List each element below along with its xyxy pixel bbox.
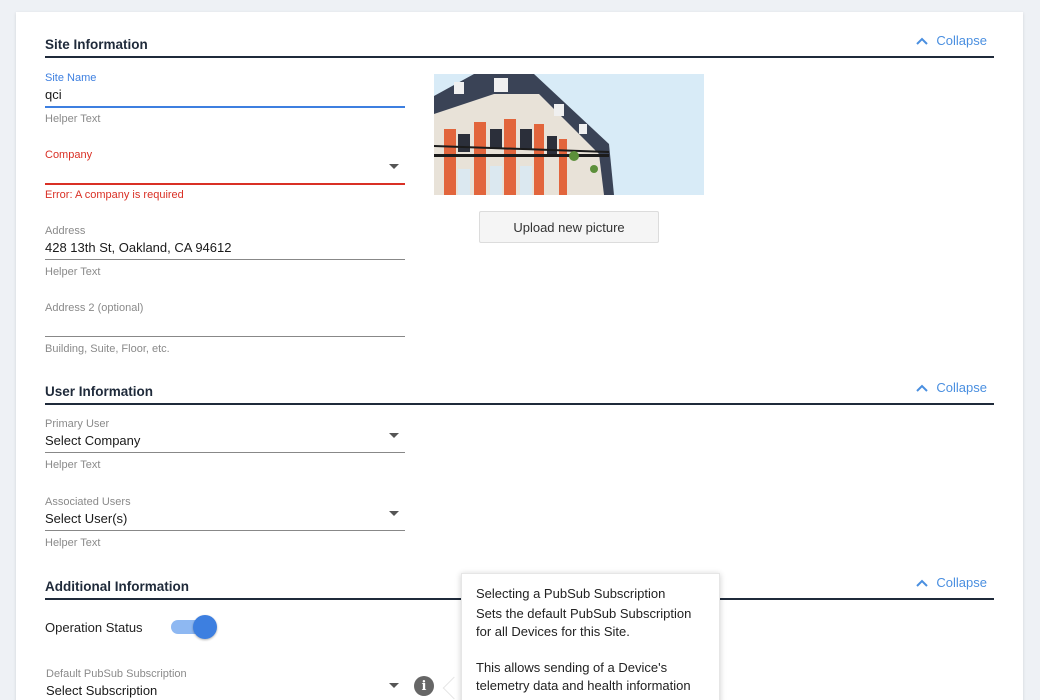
operation-status-toggle[interactable] — [169, 615, 217, 639]
site-picture — [434, 74, 704, 195]
field-label: Primary User — [45, 418, 110, 430]
caret-down-icon[interactable] — [389, 433, 399, 438]
collapse-label: Collapse — [936, 575, 987, 590]
collapse-button[interactable]: Collapse — [916, 575, 987, 590]
primary-user-select[interactable]: Primary User Select Company Helper Text — [45, 418, 405, 473]
field-label: Address 2 (optional) — [45, 302, 144, 314]
field-value[interactable]: Select Company — [45, 433, 140, 448]
collapse-label: Collapse — [936, 33, 987, 48]
field-value[interactable]: qci — [45, 87, 62, 102]
tooltip-line: telemetry data and health information — [476, 678, 691, 693]
building-image — [434, 74, 704, 195]
field-label: Address — [45, 225, 86, 237]
associated-users-select[interactable]: Associated Users Select User(s) Helper T… — [45, 496, 405, 551]
company-select[interactable]: Company Error: A company is required — [45, 149, 405, 204]
section-title: User Information — [45, 384, 154, 399]
error-text: Error: A company is required — [45, 189, 184, 201]
toggle-knob — [193, 615, 217, 639]
address-field[interactable]: Address 428 13th St, Oakland, CA 94612 H… — [45, 225, 405, 280]
section-title: Additional Information — [45, 579, 189, 594]
helper-text: Helper Text — [45, 459, 101, 471]
caret-down-icon[interactable] — [389, 164, 399, 169]
helper-text: Helper Text — [45, 537, 101, 549]
field-underline — [45, 530, 405, 531]
field-underline — [45, 336, 405, 337]
field-underline — [45, 259, 405, 260]
operation-status-label: Operation Status — [45, 620, 143, 635]
pubsub-subscription-select[interactable]: Default PubSub Subscription Select Subsc… — [45, 668, 405, 700]
field-underline — [45, 183, 405, 185]
field-label: Company — [45, 149, 93, 161]
site-name-field[interactable]: Site Name qci Helper Text — [45, 72, 405, 127]
collapse-button[interactable]: Collapse — [916, 33, 987, 48]
caret-down-icon[interactable] — [389, 683, 399, 688]
pubsub-tooltip: Selecting a PubSub Subscription Sets the… — [461, 573, 720, 700]
upload-picture-button[interactable]: Upload new picture — [479, 211, 659, 243]
collapse-button[interactable]: Collapse — [916, 380, 987, 395]
address-2-field[interactable]: Address 2 (optional) Building, Suite, Fl… — [45, 302, 405, 357]
field-underline — [45, 106, 405, 108]
collapse-label: Collapse — [936, 380, 987, 395]
caret-down-icon[interactable] — [389, 511, 399, 516]
helper-text: Helper Text — [45, 266, 101, 278]
helper-text: Building, Suite, Floor, etc. — [45, 343, 170, 355]
field-underline — [45, 452, 405, 453]
chevron-up-icon — [916, 384, 929, 392]
tooltip-line: This allows sending of a Device's — [476, 660, 668, 675]
user-information-header: User Information Collapse — [45, 380, 994, 405]
helper-text: Helper Text — [45, 113, 101, 125]
field-label: Site Name — [45, 72, 97, 84]
chevron-up-icon — [916, 579, 929, 587]
field-value[interactable]: 428 13th St, Oakland, CA 94612 — [45, 240, 231, 255]
tooltip-line: for all Devices for this Site. — [476, 624, 630, 639]
field-value[interactable]: Select User(s) — [45, 511, 127, 526]
field-label: Default PubSub Subscription — [46, 668, 187, 680]
chevron-up-icon — [916, 37, 929, 45]
section-title: Site Information — [45, 37, 148, 52]
site-information-header: Site Information Collapse — [45, 33, 994, 58]
field-value[interactable]: Select Subscription — [46, 683, 157, 698]
tooltip-line: Sets the default PubSub Subscription — [476, 606, 692, 621]
info-icon[interactable]: i — [414, 676, 434, 696]
field-label: Associated Users — [45, 496, 131, 508]
tooltip-title: Selecting a PubSub Subscription — [476, 586, 666, 601]
